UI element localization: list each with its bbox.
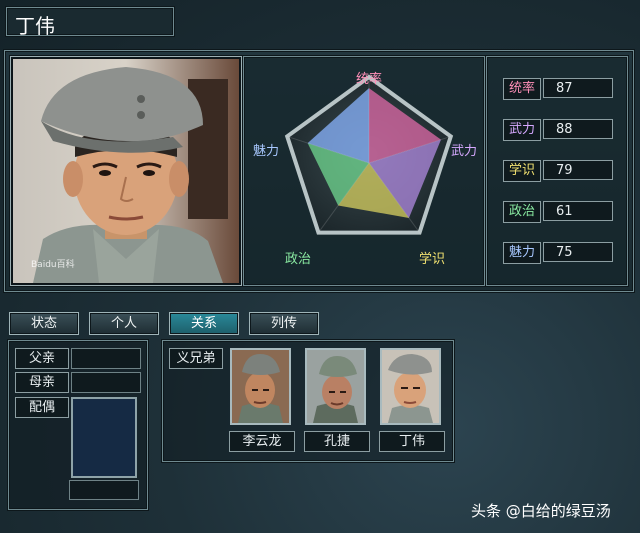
relation-avatar-kong-jie[interactable]: [305, 348, 366, 425]
character-portrait: [13, 59, 239, 283]
radar-chart-frame: 统率武力学识 政治 魅力: [243, 56, 485, 286]
relation-avatar-ding-wei[interactable]: [380, 348, 441, 425]
radar-axis-label: 学识: [419, 251, 445, 267]
stat-value: 87: [543, 78, 613, 98]
radar-axis-label: 武力: [451, 144, 477, 159]
relation-type-label: 义兄弟: [169, 348, 223, 369]
stat-value: 88: [543, 119, 613, 139]
photo-watermark: Baidu百科: [31, 260, 75, 270]
mother-value: [71, 372, 141, 393]
radar-axis-label: 魅力: [253, 144, 279, 159]
watermark: 头条 @白给的绿豆汤: [471, 502, 611, 520]
relation-name: 丁伟: [379, 431, 445, 452]
spouse-name-field: [69, 480, 139, 500]
tab-relations[interactable]: 关系: [169, 312, 239, 335]
father-label: 父亲: [15, 348, 69, 369]
stat-value: 75: [543, 242, 613, 262]
character-name-box: 丁伟: [6, 7, 174, 38]
character-name: 丁伟: [15, 14, 55, 38]
stat-value: 61: [543, 201, 613, 221]
tab-status[interactable]: 状态: [9, 312, 79, 335]
spouse-portrait-slot: [71, 397, 137, 478]
spouse-label: 配偶: [15, 397, 69, 418]
stat-label: 学识: [503, 160, 541, 182]
relation-name: 孔捷: [304, 431, 370, 452]
stat-label: 魅力: [503, 242, 541, 264]
stat-label: 政治: [503, 201, 541, 223]
radar-axis-label: 政治: [285, 252, 311, 267]
stat-value: 79: [543, 160, 613, 180]
portrait-icon: [382, 350, 439, 423]
radar-axis-label: 统率: [356, 71, 382, 87]
radar-chart: 统率武力学识 政治 魅力: [253, 71, 477, 267]
portrait-frame: Baidu百科: [10, 56, 242, 286]
portrait-icon: [307, 350, 364, 423]
mother-label: 母亲: [15, 372, 69, 393]
stat-label: 武力: [503, 119, 541, 141]
relation-avatar-li-yunlong[interactable]: [230, 348, 291, 425]
father-value: [71, 348, 141, 369]
tab-biography[interactable]: 列传: [249, 312, 319, 335]
tab-personal[interactable]: 个人: [89, 312, 159, 335]
stat-label: 统率: [503, 78, 541, 100]
portrait-icon: [232, 350, 289, 423]
relation-name: 李云龙: [229, 431, 295, 452]
